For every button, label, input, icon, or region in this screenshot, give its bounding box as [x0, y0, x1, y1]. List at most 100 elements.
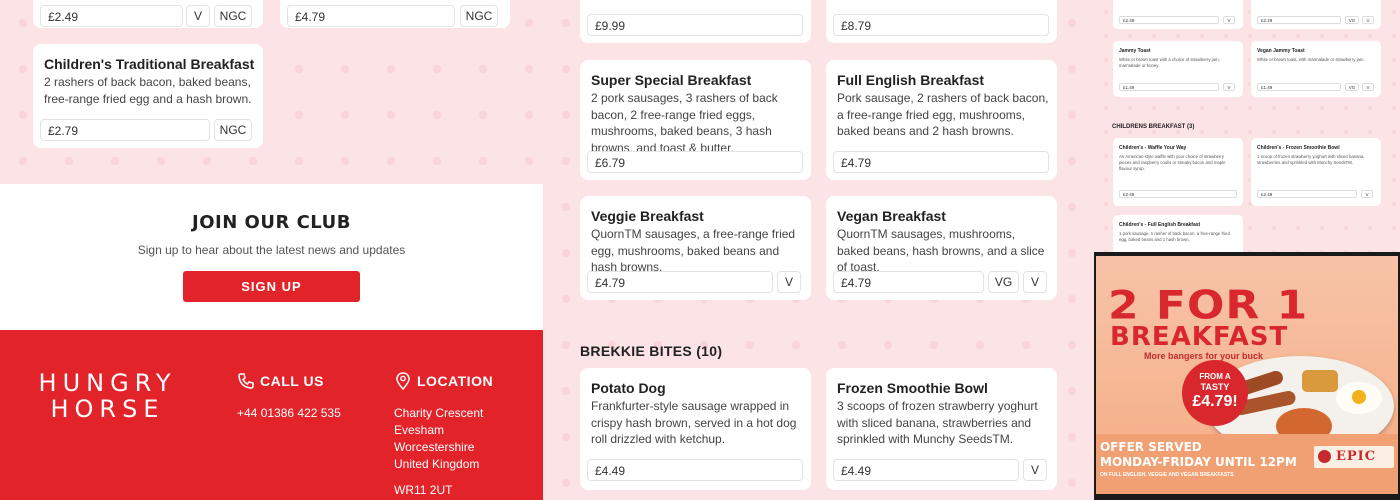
offer-small: ON FULL ENGLISH, VEGGIE AND VEGAN BREAKF… [1100, 472, 1234, 478]
middle-menu-area: £9.99 £8.79 Super Special Breakfast 2 po… [543, 0, 1094, 500]
location-title: LOCATION [417, 373, 494, 389]
mini-card-description: 1 scoop of frozen strawberry yoghurt wit… [1257, 154, 1365, 165]
mini-tag-v: V [1223, 83, 1235, 91]
logo-line-1: HUNGRY [38, 369, 177, 397]
tag-vg: VG [988, 271, 1019, 293]
card-title: Vegan Breakfast [837, 208, 946, 224]
tag-ngc: NGC [214, 5, 252, 27]
mini-card-description: White or brown toast, with marmalade or … [1257, 57, 1365, 62]
card-title: Full English Breakfast [837, 72, 985, 88]
mini-menu-card-vegan-jammy-toast[interactable]: Vegan Jammy Toast White or brown toast, … [1251, 41, 1381, 97]
mini-card-title: Children's - Full English Breakfast [1119, 222, 1201, 228]
tag-v: V [1023, 459, 1047, 481]
tag-v: V [777, 271, 801, 293]
card-title: Potato Dog [591, 380, 666, 396]
price-field: £8.79 [833, 14, 1049, 36]
breakfast-poster: 2 FOR 1 BREAKFAST More bangers for your … [1094, 252, 1400, 500]
tag-v: V [186, 5, 210, 27]
mini-card-description: White or brown toast with a choice of st… [1119, 57, 1220, 68]
menu-card[interactable]: £4.79 NGC [280, 0, 510, 28]
card-description: 2 pork sausages, 3 rashers of back bacon… [591, 91, 778, 155]
price-field: £4.79 [833, 271, 984, 293]
mini-menu-card-full-english[interactable]: Children's - Full English Breakfast 1 po… [1113, 215, 1243, 252]
menu-card-full-english[interactable]: Full English Breakfast Pork sausage, 2 r… [826, 60, 1057, 180]
badge-price: £4.79! [1192, 393, 1238, 410]
mini-tag-vg: VG [1345, 83, 1359, 91]
poster-board: 2 FOR 1 BREAKFAST More bangers for your … [1096, 256, 1398, 494]
tag-ngc: NGC [460, 5, 498, 27]
card-title: Frozen Smoothie Bowl [837, 380, 988, 396]
mini-menu-card[interactable]: £2.29 VG V [1251, 0, 1381, 29]
mini-tag-v: V [1362, 83, 1374, 91]
menu-card[interactable]: £2.49 V NGC [33, 0, 263, 28]
mini-tag-v: V [1223, 16, 1235, 24]
menu-card[interactable]: £9.99 [580, 0, 811, 43]
mini-card-title: Jammy Toast [1119, 48, 1151, 54]
card-description: 2 rashers of back bacon, baked beans, fr… [44, 75, 252, 106]
menu-card-childrens-traditional[interactable]: Children's Traditional Breakfast 2 rashe… [33, 44, 263, 148]
price-field: £6.79 [587, 151, 803, 173]
mini-price: £1.49 [1257, 83, 1341, 91]
price-field: £4.79 [833, 151, 1049, 173]
section-title-brekkie-bites: BREKKIE BITES (10) [580, 343, 723, 359]
offer-line-2: MONDAY-FRIDAY UNTIL 12PM [1100, 455, 1297, 469]
mini-menu-card-waffle[interactable]: Children's - Waffle Your Way An American… [1113, 138, 1243, 206]
price-badge: FROM A TASTY £4.79! [1182, 360, 1248, 426]
price-field: £4.49 [587, 459, 803, 481]
mini-card-description: 1 pork sausage, 1 rasher of back bacon, … [1119, 231, 1230, 242]
menu-card-veggie[interactable]: Veggie Breakfast QuornTM sausages, a fre… [580, 196, 811, 300]
card-title: Children's Traditional Breakfast [44, 56, 255, 72]
mini-price: £2.49 [1119, 190, 1237, 198]
tag-v: V [1023, 271, 1047, 293]
menu-card-vegan[interactable]: Vegan Breakfast QuornTM sausages, mushro… [826, 196, 1057, 300]
menu-card[interactable]: £8.79 [826, 0, 1057, 43]
card-description: Pork sausage, 2 rashers of back bacon, a… [837, 91, 1049, 138]
epic-logo-text: EPIC [1336, 449, 1377, 464]
phone-number[interactable]: +44 01386 422 535 [237, 405, 341, 422]
menu-card-potato-dog[interactable]: Potato Dog Frankfurter-style sausage wra… [580, 368, 811, 490]
tag-ngc: NGC [214, 119, 252, 141]
join-club-section: JOIN OUR CLUB Sign up to hear about the … [0, 184, 543, 330]
menu-card-super-special[interactable]: Super Special Breakfast 2 pork sausages,… [580, 60, 811, 180]
card-description: 3 scoops of frozen strawberry yoghurt wi… [837, 399, 1038, 446]
price-field: £2.49 [40, 5, 183, 27]
logo-line-2: HORSE [50, 395, 165, 423]
poster-headline: 2 FOR 1 [1108, 282, 1309, 329]
epic-logo-crest [1318, 450, 1331, 463]
left-menu-area: £2.49 V NGC £4.79 NGC Children's Traditi… [0, 0, 543, 184]
mini-card-description: An American-style waffle with your choic… [1119, 154, 1226, 171]
egg-yolk-shape [1352, 390, 1366, 404]
join-club-subtitle: Sign up to hear about the latest news an… [137, 243, 406, 257]
epic-logo: EPIC [1314, 446, 1394, 468]
offer-band: OFFER SERVED MONDAY-FRIDAY UNTIL 12PM ON… [1096, 434, 1398, 494]
poster-tagline: More bangers for your buck [1144, 351, 1264, 361]
card-description: QuornTM sausages, mushrooms, baked beans… [837, 227, 1045, 274]
address-line: Charity Crescent [394, 406, 484, 420]
badge-line-1: FROM A [1199, 372, 1231, 381]
offer-line: OFFER SERVED [1100, 440, 1202, 454]
sign-up-button[interactable]: SIGN UP [183, 271, 360, 302]
address-line: Worcestershire [394, 440, 475, 454]
price-field: £4.79 [587, 271, 773, 293]
mini-price: £2.49 [1257, 190, 1357, 198]
badge-line-2: TASTY [1200, 382, 1230, 392]
address-line: Evesham [394, 423, 445, 437]
location-pin-icon [396, 372, 410, 390]
phone-icon [238, 373, 254, 389]
mini-card-title: Vegan Jammy Toast [1257, 48, 1305, 54]
join-club-title: JOIN OUR CLUB [192, 212, 351, 233]
mini-price: £2.29 [1257, 16, 1341, 24]
card-description: Frankfurter-style sausage wrapped in cri… [591, 399, 797, 446]
address: Charity Crescent Evesham Worcestershire … [394, 405, 483, 473]
price-field: £4.49 [833, 459, 1019, 481]
call-us-title: CALL US [260, 373, 324, 389]
postcode: WR11 2UT [394, 483, 453, 497]
mini-tag-vg: VG [1345, 16, 1359, 24]
mini-menu-card[interactable]: £2.49 V [1113, 0, 1243, 29]
price-field: £2.79 [40, 119, 210, 141]
card-title: Veggie Breakfast [591, 208, 704, 224]
menu-card-frozen-smoothie-bowl[interactable]: Frozen Smoothie Bowl 3 scoops of frozen … [826, 368, 1057, 490]
card-title: Super Special Breakfast [591, 72, 752, 88]
mini-menu-card-smoothie-bowl[interactable]: Children's - Frozen Smoothie Bowl 1 scoo… [1251, 138, 1381, 206]
mini-menu-card-jammy-toast[interactable]: Jammy Toast White or brown toast with a … [1113, 41, 1243, 97]
